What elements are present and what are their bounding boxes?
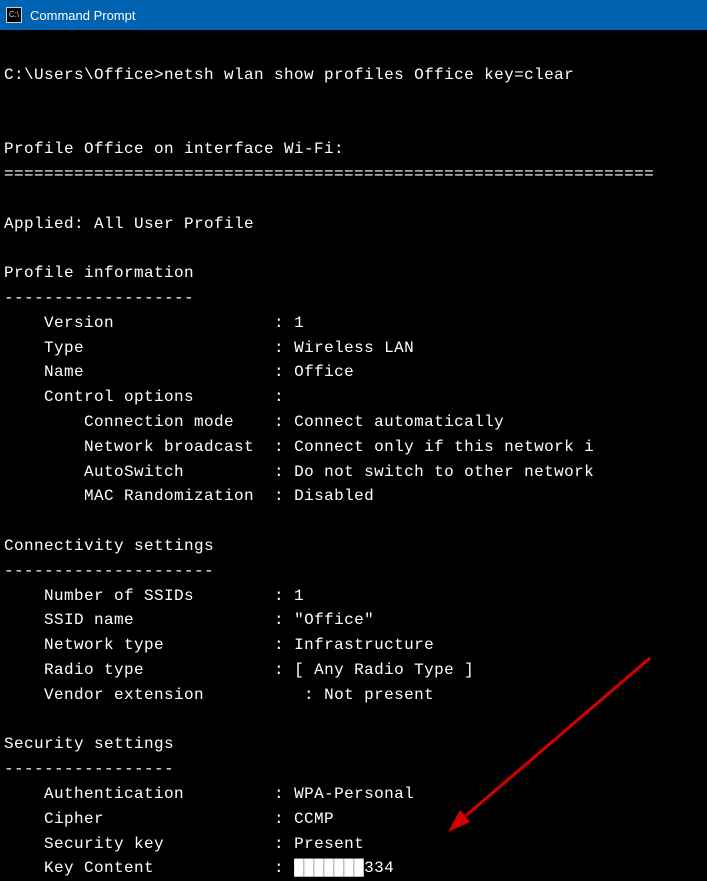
row-value: 1 (294, 314, 304, 332)
row-label: Type (4, 339, 84, 357)
row-label: Control options (4, 388, 194, 406)
row-sep: : (84, 363, 294, 381)
row-sep: : (164, 636, 294, 654)
row-label: Connection mode (4, 413, 234, 431)
security-title: Security settings (4, 735, 174, 753)
row-label: Radio type (4, 661, 144, 679)
applied-line: Applied: All User Profile (4, 215, 254, 233)
security-divider: ----------------- (4, 760, 174, 778)
row-sep: : (184, 463, 294, 481)
row-value: "Office" (294, 611, 374, 629)
row-sep: : (194, 587, 294, 605)
row-value: Wireless LAN (294, 339, 414, 357)
row-value: Infrastructure (294, 636, 434, 654)
row-value: [ Any Radio Type ] (294, 661, 474, 679)
row-value: CCMP (294, 810, 334, 828)
profile-header: Profile Office on interface Wi-Fi: (4, 140, 344, 158)
row-label: Vendor extension (4, 686, 204, 704)
row-label: SSID name (4, 611, 134, 629)
row-value: WPA-Personal (294, 785, 414, 803)
window-titlebar[interactable]: C:\ Command Prompt (0, 0, 707, 30)
row-value: Not present (324, 686, 434, 704)
row-sep: : (194, 388, 284, 406)
window-title: Command Prompt (30, 8, 135, 23)
row-label: Version (4, 314, 114, 332)
row-label: Network broadcast (4, 438, 254, 456)
header-divider: ========================================… (4, 165, 654, 183)
row-sep: : (114, 314, 294, 332)
profile-info-title: Profile information (4, 264, 194, 282)
prompt-path: C:\Users\Office> (4, 66, 164, 84)
row-value: Connect automatically (294, 413, 504, 431)
command-text: netsh wlan show profiles Office key=clea… (164, 66, 574, 84)
row-label: MAC Randomization (4, 487, 254, 505)
profile-info-divider: ------------------- (4, 289, 194, 307)
row-value: Do not switch to other network (294, 463, 594, 481)
cmd-icon: C:\ (6, 7, 22, 23)
row-value: Disabled (294, 487, 374, 505)
row-sep: : (204, 686, 324, 704)
row-sep: : (134, 611, 294, 629)
connectivity-title: Connectivity settings (4, 537, 214, 555)
row-sep: : (84, 339, 294, 357)
row-sep: : (254, 438, 294, 456)
row-sep: : (164, 835, 294, 853)
row-sep: : (184, 785, 294, 803)
row-sep: : (234, 413, 294, 431)
row-value: 1 (294, 587, 304, 605)
row-label: AutoSwitch (4, 463, 184, 481)
row-sep: : (104, 810, 294, 828)
row-label: Security key (4, 835, 164, 853)
row-label: Cipher (4, 810, 104, 828)
row-label: Authentication (4, 785, 184, 803)
row-value: Present (294, 835, 364, 853)
row-label: Network type (4, 636, 164, 654)
row-sep: : (144, 661, 294, 679)
row-value: Office (294, 363, 354, 381)
connectivity-divider: --------------------- (4, 562, 214, 580)
row-sep: : (254, 487, 294, 505)
row-label: Name (4, 363, 84, 381)
terminal-output[interactable]: C:\Users\Office>netsh wlan show profiles… (0, 30, 707, 881)
row-label: Number of SSIDs (4, 587, 194, 605)
row-value: Connect only if this network i (294, 438, 594, 456)
